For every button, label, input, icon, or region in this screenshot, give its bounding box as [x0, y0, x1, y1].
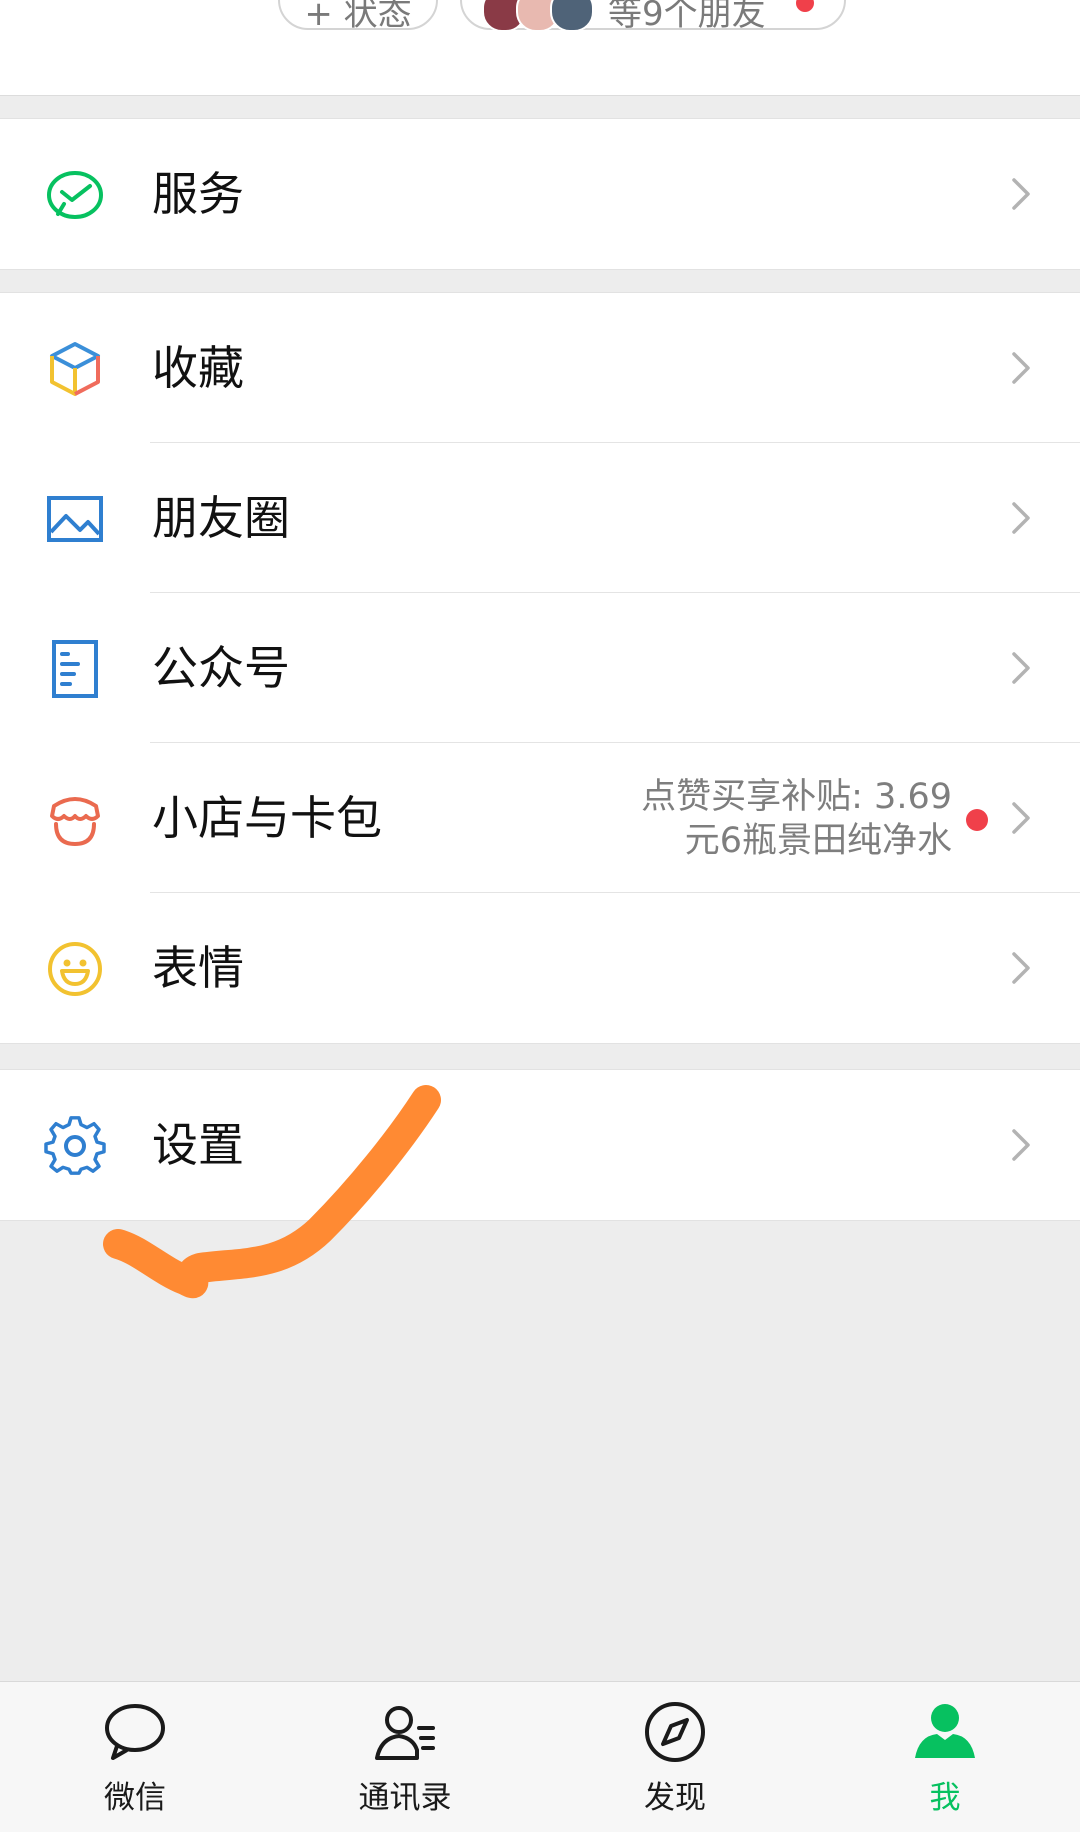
chevron-right-icon [1000, 798, 1040, 838]
menu-item-favorites[interactable]: 收藏 [0, 293, 1080, 443]
image-icon [44, 488, 106, 550]
bottom-tab-bar: 微信 通讯录 发现 我 [0, 1681, 1080, 1832]
notification-dot [796, 0, 814, 12]
status-button[interactable]: + 状态 [278, 0, 438, 34]
chevron-right-icon [1000, 348, 1040, 388]
compass-icon [643, 1700, 707, 1764]
menu-item-settings[interactable]: 设置 [0, 1070, 1080, 1220]
document-icon [44, 638, 106, 700]
person-icon [913, 1700, 977, 1764]
tab-label: 微信 [104, 1780, 166, 1816]
chevron-right-icon [1000, 498, 1040, 538]
menu-item-services[interactable]: 服务 [0, 119, 1080, 269]
menu-item-label: 表情 [152, 941, 244, 995]
chevron-right-icon [1000, 948, 1040, 988]
tab-label: 通讯录 [358, 1780, 452, 1816]
chevron-right-icon [1000, 648, 1040, 688]
menu-item-label: 收藏 [152, 341, 244, 395]
gear-icon [44, 1115, 106, 1177]
group-content: 收藏 朋友圈 公众号 小店与卡包 点赞买享补贴: 3.69 元6瓶景田纯净水 表… [0, 292, 1080, 1044]
group-settings: 设置 [0, 1069, 1080, 1221]
friends-status-button[interactable]: 等9个朋友 [460, 0, 846, 34]
tab-label: 发现 [644, 1780, 706, 1816]
group-services: 服务 [0, 118, 1080, 270]
profile-header: + 状态 等9个朋友 [0, 0, 1080, 96]
menu-item-shop-cards[interactable]: 小店与卡包 点赞买享补贴: 3.69 元6瓶景田纯净水 [0, 743, 1080, 893]
promo-line: 元6瓶景田纯净水 [684, 821, 952, 861]
menu-item-stickers[interactable]: 表情 [0, 893, 1080, 1043]
menu-item-moments[interactable]: 朋友圈 [0, 443, 1080, 593]
menu-item-label: 服务 [152, 167, 244, 221]
tab-contacts[interactable]: 通讯录 [305, 1682, 505, 1832]
notification-dot [966, 809, 988, 831]
promo-text: 点赞买享补贴: 3.69 元6瓶景田纯净水 [592, 775, 952, 863]
menu-item-label: 朋友圈 [152, 491, 290, 545]
cube-icon [44, 338, 106, 400]
tab-me[interactable]: 我 [845, 1682, 1045, 1832]
shop-icon [44, 788, 106, 850]
tab-label: 我 [929, 1780, 961, 1816]
contacts-icon [373, 1700, 437, 1764]
status-button-label: + 状态 [304, 0, 412, 34]
chat-bubble-icon [103, 1700, 167, 1764]
menu-item-label: 公众号 [152, 641, 290, 695]
menu-item-label: 设置 [152, 1118, 244, 1172]
chevron-right-icon [1000, 1125, 1040, 1165]
smile-icon [44, 938, 106, 1000]
tab-chats[interactable]: 微信 [35, 1682, 235, 1832]
chevron-right-icon [1000, 174, 1040, 214]
avatar [550, 0, 594, 32]
menu-item-official-accounts[interactable]: 公众号 [0, 593, 1080, 743]
tab-discover[interactable]: 发现 [575, 1682, 775, 1832]
friends-status-label: 等9个朋友 [608, 0, 766, 34]
friend-avatars [482, 0, 594, 32]
wechat-pay-icon [44, 164, 106, 226]
promo-line: 点赞买享补贴: 3.69 [641, 777, 952, 817]
menu-item-label: 小店与卡包 [152, 791, 382, 845]
